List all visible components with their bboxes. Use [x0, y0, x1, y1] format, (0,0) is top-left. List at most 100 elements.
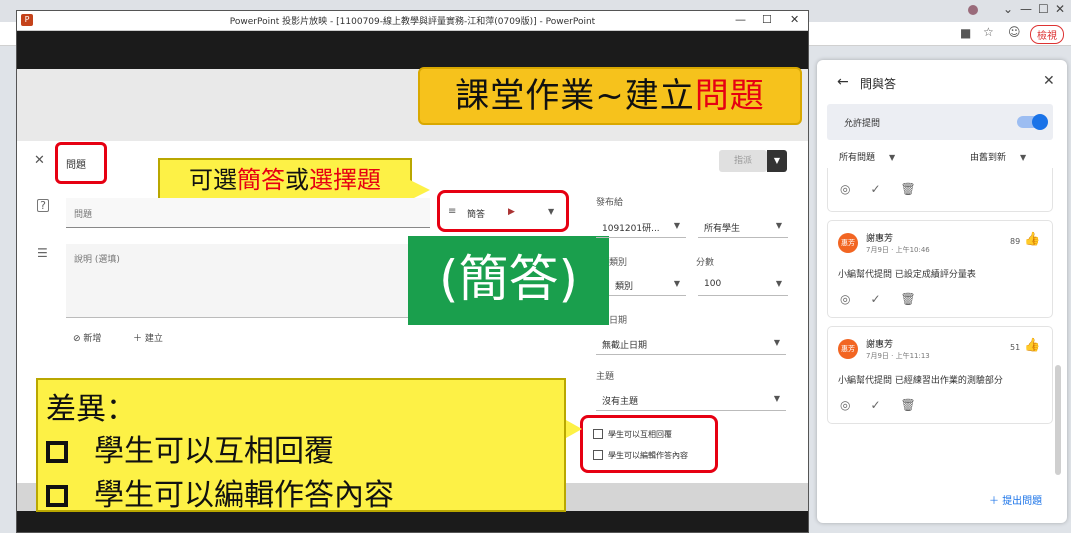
vote-count: 89	[1010, 237, 1021, 246]
maximize-icon[interactable]: ☐	[762, 13, 772, 26]
description-icon: ☰	[37, 246, 48, 260]
avatar: 惠芳	[838, 233, 858, 253]
profile-icon[interactable]	[968, 5, 978, 15]
question-card: 惠芳 謝惠芳 7月9日 · 上午10:46 89 👍 小編幫代提問 已設定成績評…	[827, 220, 1053, 318]
class-value: 1091201研...	[602, 224, 660, 234]
edit-checkbox[interactable]: 學生可以編輯作答內容	[593, 450, 688, 461]
sort-value: 由舊到新	[970, 153, 1007, 163]
browser-tab[interactable]	[808, 3, 958, 21]
close-icon[interactable]: ✕	[1043, 73, 1055, 89]
toggle-knob	[1032, 114, 1048, 130]
extension-icon[interactable]: ☺	[1008, 25, 1021, 39]
trash-icon[interactable]: 🗑	[901, 398, 916, 412]
assign-button[interactable]: 指派	[719, 150, 767, 172]
back-arrow-icon[interactable]: ←	[837, 74, 849, 90]
chevron-down-icon: ▼	[773, 338, 780, 347]
paperclip-icon: ⊘	[73, 334, 84, 344]
question-placeholder: 問題	[74, 210, 93, 220]
slide-title-text: 課堂作業~建立	[455, 76, 695, 116]
powerpoint-titlebar: P PowerPoint 投影片放映 - [1100709-線上教學與評量實務-…	[17, 11, 808, 31]
hide-icon[interactable]: ◎	[840, 292, 850, 306]
allow-questions-toggle[interactable]	[1017, 114, 1048, 130]
thumbs-up-icon[interactable]: 👍	[1024, 232, 1040, 247]
assign-dropdown-icon[interactable]: ▼	[767, 150, 787, 172]
question-type-value: 簡答	[467, 210, 486, 220]
avatar: 惠芳	[838, 339, 858, 359]
due-date-select[interactable]: 無截止日期 ▼	[596, 335, 786, 355]
minimize-icon[interactable]: —	[1020, 2, 1032, 16]
screen: ⌄ — ☐ ✕ ■ ☆ ☺ 檢視 P PowerPoint 投影片放映 - [1…	[0, 0, 1071, 533]
scrollbar[interactable]	[1055, 365, 1061, 475]
camera-icon[interactable]: ■	[960, 26, 971, 40]
due-value: 無截止日期	[602, 341, 648, 351]
slide-title-callout: 課堂作業~建立問題	[418, 67, 802, 125]
hide-icon[interactable]: ◎	[840, 182, 850, 196]
check-icon[interactable]: ✓	[870, 182, 880, 196]
mouse-cursor-icon: ▶	[508, 207, 515, 217]
choice-callout-arrow	[410, 180, 430, 200]
difference-item: 學生可以編輯作答內容	[46, 470, 394, 514]
points-select[interactable]: 100 ▼	[698, 276, 788, 296]
checkbox-icon	[593, 429, 603, 439]
filter-value: 所有問題	[839, 153, 876, 163]
square-bullet-icon	[46, 485, 68, 507]
filter-select[interactable]: 所有問題 ▼	[839, 150, 895, 163]
checkbox-icon	[593, 450, 603, 460]
thumbs-up-icon[interactable]: 👍	[1024, 338, 1040, 353]
check-icon[interactable]: ✓	[870, 292, 880, 306]
tab-list-icon[interactable]: ⌄	[1003, 2, 1013, 16]
create-button[interactable]: ＋ 建立	[133, 331, 163, 344]
maximize-icon[interactable]: ☐	[1038, 2, 1049, 16]
choice-text-4: 選擇題	[309, 166, 381, 194]
attach-button[interactable]: ⊘ 新增	[73, 331, 101, 344]
question-card: 惠芳 謝惠芳 7月9日 · 上午11:13 51 👍 小編幫代提問 已經練習出作…	[827, 326, 1053, 424]
sort-select[interactable]: 由舊到新 ▼	[970, 150, 1026, 163]
star-icon[interactable]: ☆	[983, 25, 994, 39]
category-label: 類別	[609, 258, 628, 268]
close-window-icon[interactable]: ✕	[1055, 2, 1065, 16]
vote-count: 51	[1010, 343, 1021, 352]
short-answer-banner: (簡答)	[408, 236, 609, 325]
difference-callout: 差異： 學生可以互相回覆 學生可以編輯作答內容	[36, 378, 566, 514]
class-select[interactable]: 1091201研... ▼	[596, 218, 686, 238]
minimize-icon[interactable]: —	[735, 13, 746, 26]
card-actions: ◎ ✓ 🗑	[840, 398, 936, 412]
options-checkboxes: 學生可以互相回覆 學生可以編輯作答內容	[580, 415, 718, 473]
chevron-down-icon: ▼	[775, 279, 782, 288]
topic-label: 主題	[596, 372, 615, 382]
question-type-select[interactable]: ≡ 簡答 ▶ ▼	[437, 190, 569, 232]
reply-checkbox[interactable]: 學生可以互相回覆	[593, 429, 672, 440]
question-text: 小編幫代提問 已設定成績評分量表	[838, 270, 976, 280]
points-label: 分數	[696, 258, 715, 268]
qa-panel: ← 問與答 ✕ 允許提問 所有問題 ▼ 由舊到新 ▼ ◎ ✓ 🗑 惠芳 謝惠芳 7月9日…	[817, 60, 1067, 523]
ask-question-button[interactable]: ＋ 提出問題	[989, 492, 1042, 507]
extension-pill[interactable]: 檢視	[1030, 25, 1064, 44]
choice-callout: 可選簡答或選擇題	[158, 158, 412, 202]
question-type-label: 問題	[66, 160, 86, 171]
trash-icon[interactable]: 🗑	[901, 182, 916, 196]
ask-question-label: 提出問題	[1002, 496, 1043, 507]
trash-icon[interactable]: 🗑	[901, 292, 916, 306]
window-title: PowerPoint 投影片放映 - [1100709-線上教學與評量實務-江和…	[229, 17, 596, 27]
topic-select[interactable]: 沒有主題 ▼	[596, 391, 786, 411]
points-value: 100	[704, 279, 722, 289]
chevron-down-icon: ▼	[1020, 153, 1027, 162]
category-select[interactable]: 類別 ▼	[609, 276, 686, 296]
edit-checkbox-label: 學生可以編輯作答內容	[608, 451, 688, 460]
short-answer-icon: ≡	[448, 206, 457, 217]
close-form-icon[interactable]: ✕	[34, 153, 45, 168]
difference-item: 學生可以互相回覆	[46, 426, 334, 470]
attach-label: 新增	[83, 334, 102, 344]
check-icon[interactable]: ✓	[870, 398, 880, 412]
reply-checkbox-label: 學生可以互相回覆	[608, 430, 672, 439]
asker-name: 謝惠芳	[866, 234, 894, 244]
question-time: 7月9日 · 上午10:46	[866, 246, 930, 254]
choice-text-3: 或	[285, 166, 309, 194]
question-input[interactable]: 問題	[66, 198, 430, 228]
hide-icon[interactable]: ◎	[840, 398, 850, 412]
close-icon[interactable]: ✕	[790, 13, 799, 26]
chevron-down-icon: ▼	[773, 394, 780, 403]
for-label: 發布給	[596, 198, 624, 208]
students-select[interactable]: 所有學生 ▼	[698, 218, 788, 238]
difference-item-text: 學生可以編輯作答內容	[94, 478, 394, 513]
